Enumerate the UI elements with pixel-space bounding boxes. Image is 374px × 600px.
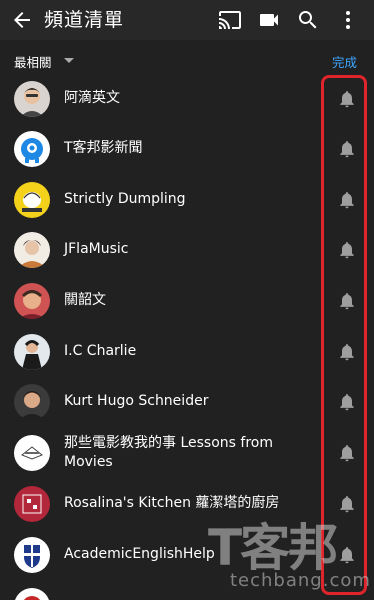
list-item[interactable]: 關韶文 [0,276,374,326]
channel-avatar [14,232,50,268]
bell-icon[interactable] [337,190,357,210]
channel-avatar [14,283,50,319]
more-vert-icon[interactable] [336,8,360,32]
channel-name: 阿滴英文 [64,90,120,106]
bell-icon[interactable] [337,392,357,412]
channel-name: Kurt Hugo Schneider [64,393,209,409]
list-item[interactable]: 阿滴英文 [0,74,374,124]
list-item[interactable]: T客邦影新聞 [0,124,374,174]
channel-avatar [14,182,50,218]
bell-icon[interactable] [337,291,357,311]
sort-bar: 最相關 完成 [0,48,374,74]
channel-name: AcademicEnglishHelp [64,546,215,562]
channel-avatar [14,384,50,420]
channel-avatar [14,334,50,370]
channel-name: JFlaMusic [64,241,129,257]
channel-avatar [14,131,50,167]
channel-name: T客邦影新聞 [64,140,143,156]
bell-icon[interactable] [337,139,357,159]
bell-icon[interactable] [337,240,357,260]
channel-avatar [14,81,50,117]
cast-icon[interactable] [218,8,242,32]
list-item[interactable]: JFlaMusic [0,225,374,275]
channel-avatar [14,435,50,471]
bell-icon[interactable] [337,545,357,565]
sort-dropdown[interactable]: 最相關 [14,52,52,71]
done-button[interactable]: 完成 [332,52,357,71]
channel-name: 那些電影教我的事 Lessons from Movies [64,435,273,470]
channel-name: I.C Charlie [64,343,137,359]
channel-avatar [14,537,50,573]
bell-icon[interactable] [337,443,357,463]
list-item[interactable]: Rosalina's Kitchen 蘿潔塔的廚房 [0,479,374,529]
back-arrow-icon[interactable] [10,8,34,32]
chevron-down-icon[interactable] [63,56,75,66]
list-item[interactable]: AcademicEnglishHelp [0,530,374,580]
bell-icon[interactable] [337,494,357,514]
page-title: 頻道清單 [44,9,125,31]
list-item[interactable]: 那些電影教我的事 Lessons from Movies [0,428,374,478]
video-camera-icon[interactable] [257,8,281,32]
channel-name: 關韶文 [64,292,106,308]
bell-icon[interactable] [337,89,357,109]
list-item[interactable]: I.C Charlie [0,327,374,377]
list-item-partial[interactable] [0,581,374,600]
bell-icon[interactable] [337,342,357,362]
channel-name: Rosalina's Kitchen 蘿潔塔的廚房 [64,495,280,511]
channel-avatar [14,588,50,600]
channel-name: Strictly Dumpling [64,191,186,207]
list-item[interactable]: Strictly Dumpling [0,175,374,225]
channel-avatar [14,486,50,522]
search-icon[interactable] [296,8,320,32]
list-item[interactable]: Kurt Hugo Schneider [0,377,374,427]
app-bar: 頻道清單 [0,0,374,40]
